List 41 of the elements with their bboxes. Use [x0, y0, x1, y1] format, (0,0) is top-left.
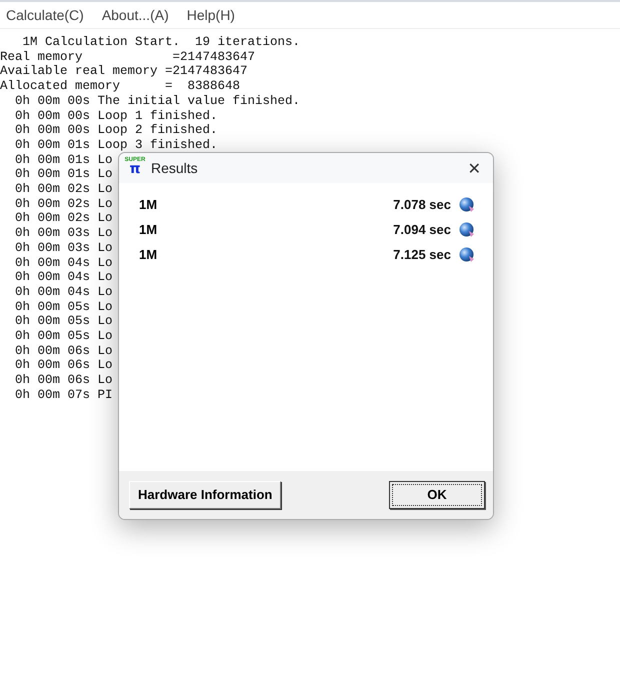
log-line: 0h 00m 02s Lo: [14, 196, 113, 212]
ok-button[interactable]: OK: [389, 481, 485, 509]
log-line: 0h 00m 01s Loop 3 finished.: [14, 138, 218, 153]
log-line: 0h 00m 01s Lo: [14, 167, 113, 182]
result-time: 7.078 sec: [393, 197, 451, 212]
result-size: 1M: [139, 197, 158, 212]
log-line: 0h 00m 00s The initial value finished.: [14, 94, 300, 109]
dialog-title: Results: [151, 160, 199, 176]
log-line: 0h 00m 06s Lo: [14, 344, 113, 358]
hardware-info-button[interactable]: Hardware Information: [129, 481, 282, 509]
log-line: 0h 00m 02s Lo: [14, 182, 113, 197]
log-line: 1M Calculation Start. 19 iterations.: [22, 35, 300, 50]
log-line: 0h 00m 02s Lo: [14, 211, 113, 226]
log-line: 0h 00m 05s Lo: [14, 329, 113, 344]
globe-icon: [459, 246, 475, 262]
globe-icon: [459, 222, 475, 238]
log-line: 0h 00m 04s Lo: [14, 270, 113, 285]
log-line: 0h 00m 04s Lo: [14, 284, 113, 300]
close-button[interactable]: ✕: [462, 158, 487, 178]
log-line: 0h 00m 00s Loop 1 finished.: [14, 108, 218, 124]
log-line: 0h 00m 04s Lo: [14, 256, 113, 270]
log-line: Available real memory =2147483647: [0, 64, 248, 80]
log-line: 0h 00m 05s Lo: [14, 314, 113, 330]
log-line: Allocated memory = 8388648: [0, 79, 240, 94]
log-line: 0h 00m 03s Lo: [14, 240, 113, 256]
log-line: 0h 00m 07s PI: [14, 388, 113, 403]
log-line: 0h 00m 06s Lo: [14, 373, 113, 388]
log-line: 0h 00m 00s Loop 2 finished.: [14, 123, 218, 138]
menu-item[interactable]: About...(A): [102, 7, 169, 23]
result-size: 1M: [139, 247, 158, 262]
result-size: 1M: [139, 222, 158, 237]
log-line: 0h 00m 06s Lo: [14, 358, 113, 374]
log-line: 0h 00m 05s Lo: [14, 300, 113, 314]
menu-item[interactable]: Help(H): [186, 7, 235, 23]
log-line: 0h 00m 03s Lo: [14, 226, 113, 241]
globe-icon: [459, 196, 475, 212]
log-line: Real memory =2147483647: [0, 50, 256, 64]
log-line: 0h 00m 01s Lo: [14, 152, 113, 168]
result-time: 7.094 sec: [393, 222, 451, 237]
menu-item[interactable]: Calculate(C): [6, 7, 84, 23]
result-time: 7.125 sec: [393, 247, 451, 262]
